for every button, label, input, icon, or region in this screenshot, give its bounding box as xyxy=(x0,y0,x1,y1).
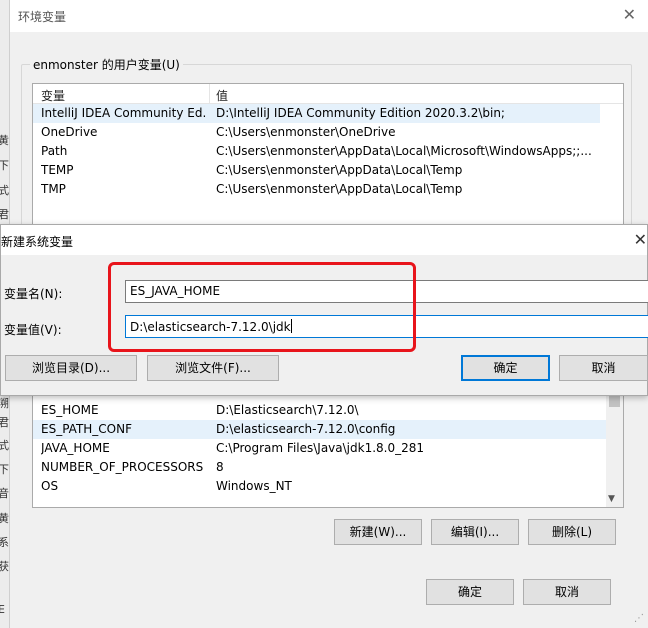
browse-directory-button[interactable]: 浏览目录(D)... xyxy=(5,355,137,381)
edge-char: 系 xyxy=(0,536,9,549)
var-value: C:\Users\enmonster\OneDrive xyxy=(216,125,396,139)
edge-char: 溯 xyxy=(0,397,9,410)
close-icon[interactable]: ✕ xyxy=(634,230,647,249)
var-name: OneDrive xyxy=(41,125,98,139)
var-value: C:\Users\enmonster\AppData\Local\Temp xyxy=(216,163,463,177)
new-system-variable-button[interactable]: 新建(W)... xyxy=(334,519,422,545)
var-value: C:\Users\enmonster\AppData\Local\Temp xyxy=(216,182,463,196)
table-row[interactable]: NUMBER_OF_PROCESSORS 8 xyxy=(33,458,623,477)
edge-char: 君 xyxy=(0,208,9,221)
edge-char: 下 xyxy=(0,463,9,476)
edge-char: 黄 xyxy=(0,512,9,525)
window-titlebar[interactable]: 环境变量 ✕ xyxy=(10,0,648,32)
user-variables-label: enmonster 的用户变量(U) xyxy=(30,56,183,73)
table-row[interactable]: JAVA_HOME C:\Program Files\Java\jdk1.8.0… xyxy=(33,439,623,458)
edge-char: 黄 xyxy=(0,134,9,147)
table-row[interactable]: IntelliJ IDEA Community Ed... D:\Intelli… xyxy=(33,104,600,123)
cancel-button[interactable]: 取消 xyxy=(523,579,611,605)
var-value: C:\Users\enmonster\AppData\Local\Microso… xyxy=(216,144,592,158)
user-variables-list[interactable]: 变量 值 IntelliJ IDEA Community Ed... D:\In… xyxy=(32,83,624,228)
variable-value-label: 变量值(V): xyxy=(4,323,62,337)
var-value: Windows_NT xyxy=(216,479,292,493)
var-name: IntelliJ IDEA Community Ed... xyxy=(41,106,207,120)
new-system-variable-dialog: 新建系统变量 ✕ 变量名(N): ES_JAVA_HOME 变量值(V): D:… xyxy=(0,224,648,396)
variable-value-text: D:\elasticsearch-7.12.0\jdk xyxy=(130,320,291,334)
column-header-value[interactable]: 值 xyxy=(216,87,228,104)
edge-char: E xyxy=(0,603,5,616)
system-variables-list[interactable]: ES_HOME D:\Elasticsearch\7.12.0\ ES_PATH… xyxy=(32,390,624,508)
var-value: C:\Program Files\Java\jdk1.8.0_281 xyxy=(216,441,425,455)
edge-char: 音 xyxy=(0,487,9,500)
dialog-ok-button[interactable]: 确定 xyxy=(461,355,550,381)
var-value: D:\Elasticsearch\7.12.0\ xyxy=(216,403,359,417)
table-row[interactable]: TMP C:\Users\enmonster\AppData\Local\Tem… xyxy=(33,180,623,199)
chevron-down-icon[interactable]: ▼ xyxy=(608,494,615,504)
ok-button[interactable]: 确定 xyxy=(426,579,514,605)
var-value: D:\IntelliJ IDEA Community Edition 2020.… xyxy=(216,106,505,120)
var-name: TMP xyxy=(41,182,66,196)
vertical-scrollbar[interactable]: ▼ xyxy=(606,391,623,507)
edge-char: 获 xyxy=(0,560,9,573)
column-header-name[interactable]: 变量 xyxy=(41,87,65,104)
list-header: 变量 值 xyxy=(33,84,623,104)
var-name: ES_HOME xyxy=(41,403,99,417)
variable-value-input[interactable]: D:\elasticsearch-7.12.0\jdk xyxy=(125,315,648,338)
var-name: Path xyxy=(41,144,68,158)
edge-char: 式 xyxy=(0,184,9,197)
var-name: NUMBER_OF_PROCESSORS xyxy=(41,460,204,474)
var-value: 8 xyxy=(216,460,224,474)
table-row[interactable]: ES_PATH_CONF D:\elasticsearch-7.12.0\con… xyxy=(33,420,608,439)
dialog-cancel-button[interactable]: 取消 xyxy=(559,355,648,381)
var-name: ES_PATH_CONF xyxy=(41,422,133,436)
window-title: 环境变量 xyxy=(18,10,67,24)
dialog-titlebar[interactable]: 新建系统变量 ✕ xyxy=(1,225,647,255)
table-row[interactable]: OneDrive C:\Users\enmonster\OneDrive xyxy=(33,123,623,142)
variable-name-text: ES_JAVA_HOME xyxy=(130,284,221,298)
edge-char: 式 xyxy=(0,439,9,452)
edit-system-variable-button[interactable]: 编辑(I)... xyxy=(431,519,519,545)
variable-name-input[interactable]: ES_JAVA_HOME xyxy=(125,280,648,303)
table-row[interactable]: Path C:\Users\enmonster\AppData\Local\Mi… xyxy=(33,142,623,161)
var-name: OS xyxy=(41,479,59,493)
table-row[interactable]: ES_HOME D:\Elasticsearch\7.12.0\ xyxy=(33,401,623,420)
variable-name-label: 变量名(N): xyxy=(4,287,63,301)
edge-char: 下 xyxy=(0,159,9,172)
var-name: JAVA_HOME xyxy=(41,441,110,455)
delete-system-variable-button[interactable]: 删除(L) xyxy=(528,519,616,545)
var-value: D:\elasticsearch-7.12.0\config xyxy=(216,422,396,436)
table-row[interactable]: OS Windows_NT xyxy=(33,477,623,496)
resize-grip-icon[interactable]: ⋰ xyxy=(634,613,644,624)
dialog-title: 新建系统变量 xyxy=(1,235,74,249)
var-name: TEMP xyxy=(41,163,74,177)
table-row[interactable]: TEMP C:\Users\enmonster\AppData\Local\Te… xyxy=(33,161,623,180)
close-icon[interactable]: ✕ xyxy=(623,5,636,24)
edge-char: 君 xyxy=(0,416,9,429)
text-caret xyxy=(290,319,292,333)
browse-file-button[interactable]: 浏览文件(F)... xyxy=(147,355,279,381)
